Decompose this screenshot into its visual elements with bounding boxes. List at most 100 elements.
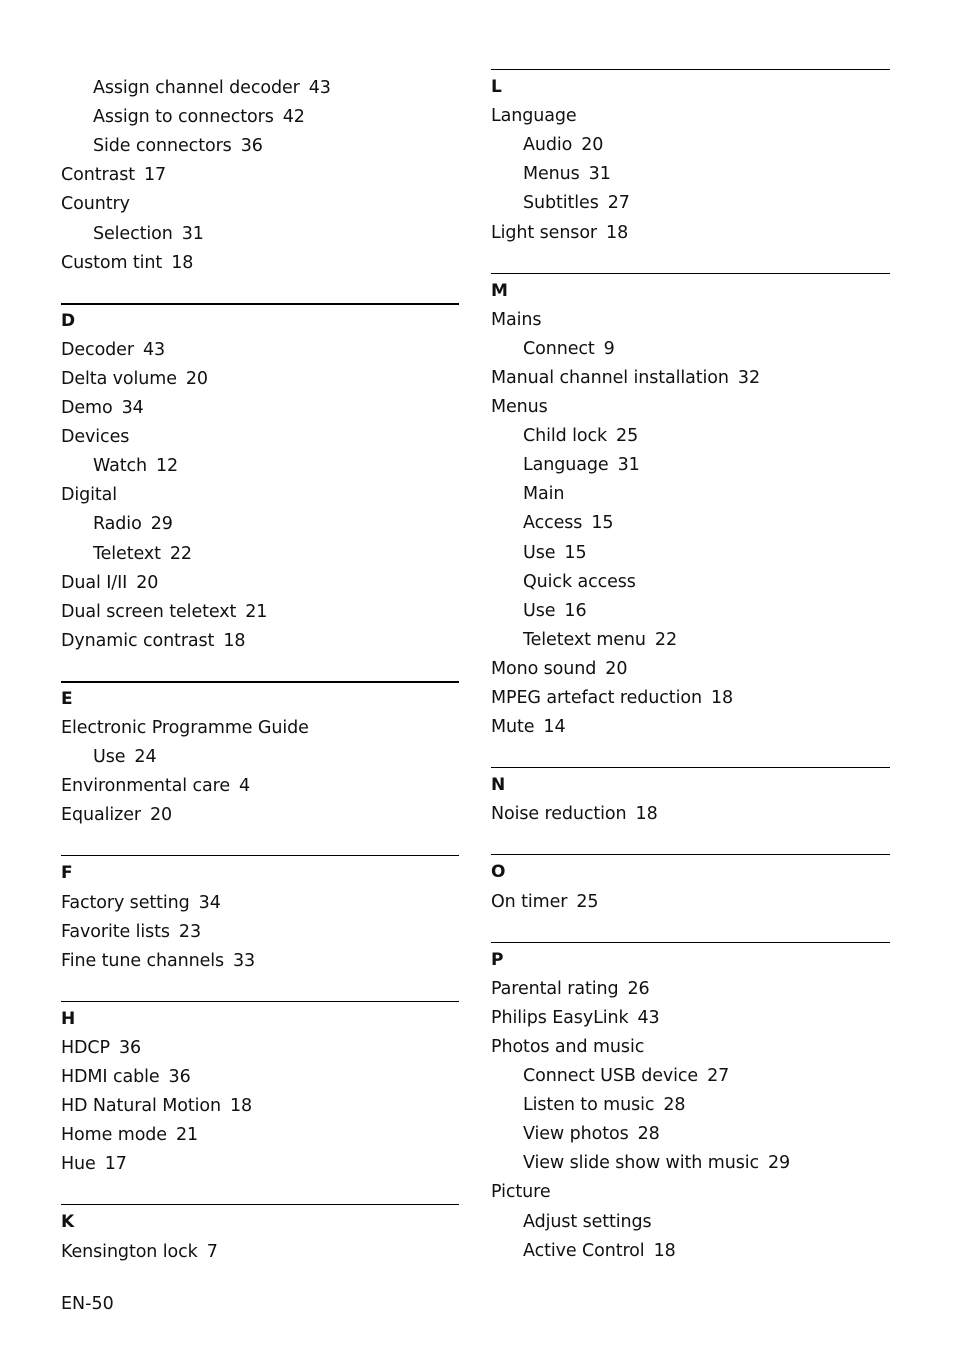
entry-page-number: 18 xyxy=(653,1240,676,1261)
entry-term: Language xyxy=(491,106,577,127)
index-entry: MPEG artefact reduction 18 xyxy=(491,684,733,713)
entry-term: Use xyxy=(523,542,556,563)
entry-page-number: 20 xyxy=(581,135,604,156)
entry-term: Main xyxy=(523,484,565,505)
index-entry: Delta volume 20 xyxy=(61,365,208,394)
entry-term: Favorite lists xyxy=(61,921,170,942)
entry-page-number: 43 xyxy=(142,339,166,360)
entry-term: Mono sound xyxy=(491,658,597,679)
entry-page-number: 20 xyxy=(136,572,159,593)
entry-page-number: 24 xyxy=(134,747,157,768)
index-entry: Language xyxy=(491,102,577,131)
entry-page-number: 16 xyxy=(564,600,587,621)
section-letter: O xyxy=(491,862,506,883)
entry-term: Audio xyxy=(523,135,573,156)
entry-page-number: 32 xyxy=(737,367,760,388)
entry-term: Subtitles xyxy=(523,193,599,214)
entry-term: Fine tune channels xyxy=(61,950,225,971)
entry-term: Digital xyxy=(61,485,118,506)
index-subentry: Access 15 xyxy=(523,509,613,538)
section-divider xyxy=(61,680,459,683)
entry-page-number: 31 xyxy=(617,455,640,476)
section-letter: N xyxy=(491,775,506,796)
index-subentry: View photos 28 xyxy=(523,1120,660,1149)
entry-page-number: 29 xyxy=(150,514,173,535)
entry-term: Country xyxy=(61,194,130,215)
entry-page-number: 25 xyxy=(576,891,599,912)
entry-term: HDCP xyxy=(61,1037,111,1058)
entry-term: View photos xyxy=(523,1124,629,1145)
index-subentry: Active Control 18 xyxy=(523,1237,676,1266)
entry-term: Child lock xyxy=(523,426,608,447)
index-entry: Home mode 21 xyxy=(61,1121,198,1150)
entry-page-number: 9 xyxy=(603,338,615,359)
section-divider xyxy=(61,302,459,305)
entry-page-number: 15 xyxy=(591,513,614,534)
entry-page-number: 36 xyxy=(119,1037,142,1058)
index-entry: Dual I/II 20 xyxy=(61,569,158,598)
entry-page-number: 14 xyxy=(543,717,566,738)
entry-term: Dynamic contrast xyxy=(61,630,215,651)
index-entry: Photos and music xyxy=(491,1033,644,1062)
entry-page-number: 33 xyxy=(233,950,256,971)
entry-page-number: 21 xyxy=(245,601,268,622)
index-entry: HDMI cable 36 xyxy=(61,1063,191,1092)
index-entry: Philips EasyLink 43 xyxy=(491,1004,660,1033)
index-entry: Menus xyxy=(491,393,548,422)
entry-page-number: 18 xyxy=(710,688,734,708)
entry-page-number: 22 xyxy=(169,543,192,564)
entry-page-number: 21 xyxy=(175,1125,199,1146)
entry-term: Use xyxy=(93,747,126,768)
index-subentry: Side connectors 36 xyxy=(93,132,263,161)
index-entry: Electronic Programme Guide xyxy=(61,714,309,743)
section-letter: K xyxy=(61,1212,75,1233)
index-entry: Hue 17 xyxy=(61,1150,127,1179)
index-entry: Equalizer 20 xyxy=(61,801,172,830)
entry-term: Teletext xyxy=(93,543,161,564)
section-divider xyxy=(491,272,890,274)
entry-term: HD Natural Motion xyxy=(61,1096,221,1117)
entry-term: Manual channel installation xyxy=(491,367,729,388)
section-letter: F xyxy=(61,863,73,884)
entry-term: Listen to music xyxy=(523,1095,655,1116)
index-entry: Mono sound 20 xyxy=(491,655,627,684)
entry-term: Menus xyxy=(491,397,548,417)
entry-term: Dual screen teletext xyxy=(61,601,237,622)
entry-term: Delta volume xyxy=(61,368,177,389)
entry-term: Watch xyxy=(93,456,147,477)
index-entry: Manual channel installation 32 xyxy=(491,364,760,393)
index-subentry: Audio 20 xyxy=(523,131,603,160)
index-subentry: Language 31 xyxy=(523,451,640,480)
index-entry: Country xyxy=(61,190,130,219)
entry-term: On timer xyxy=(491,891,568,912)
entry-term: Hue xyxy=(61,1154,96,1175)
index-subentry: Use 15 xyxy=(523,539,587,568)
entry-term: View slide show with music xyxy=(523,1153,759,1174)
entry-page-number: 31 xyxy=(181,223,204,244)
index-subentry: Selection 31 xyxy=(93,220,204,249)
entry-term: Adjust settings xyxy=(523,1211,652,1232)
index-entry: Favorite lists 23 xyxy=(61,918,201,947)
entry-page-number: 31 xyxy=(588,164,611,185)
index-subentry: Use 24 xyxy=(93,743,157,772)
entry-term: Decoder xyxy=(61,339,134,360)
index-subentry: Teletext 22 xyxy=(93,540,192,569)
section-letter: E xyxy=(61,688,73,709)
entry-page-number: 26 xyxy=(627,978,650,999)
entry-term: Connect USB device xyxy=(523,1066,699,1086)
entry-term: Philips EasyLink xyxy=(491,1007,629,1028)
entry-term: Environmental care xyxy=(61,776,231,797)
entry-term: Electronic Programme Guide xyxy=(61,718,309,738)
index-entry: Environmental care 4 xyxy=(61,772,250,801)
entry-term: Mains xyxy=(491,309,542,330)
index-entry: Demo 34 xyxy=(61,394,144,423)
index-entry: Dynamic contrast 18 xyxy=(61,627,246,656)
section-divider xyxy=(491,854,890,856)
entry-term: Kensington lock xyxy=(61,1241,198,1262)
entry-page-number: 34 xyxy=(121,398,144,418)
section-letter: L xyxy=(491,77,502,97)
entry-term: Menus xyxy=(523,164,580,185)
entry-page-number: 18 xyxy=(229,1096,253,1117)
entry-term: Light sensor xyxy=(491,222,598,243)
section-letter: D xyxy=(61,310,76,331)
